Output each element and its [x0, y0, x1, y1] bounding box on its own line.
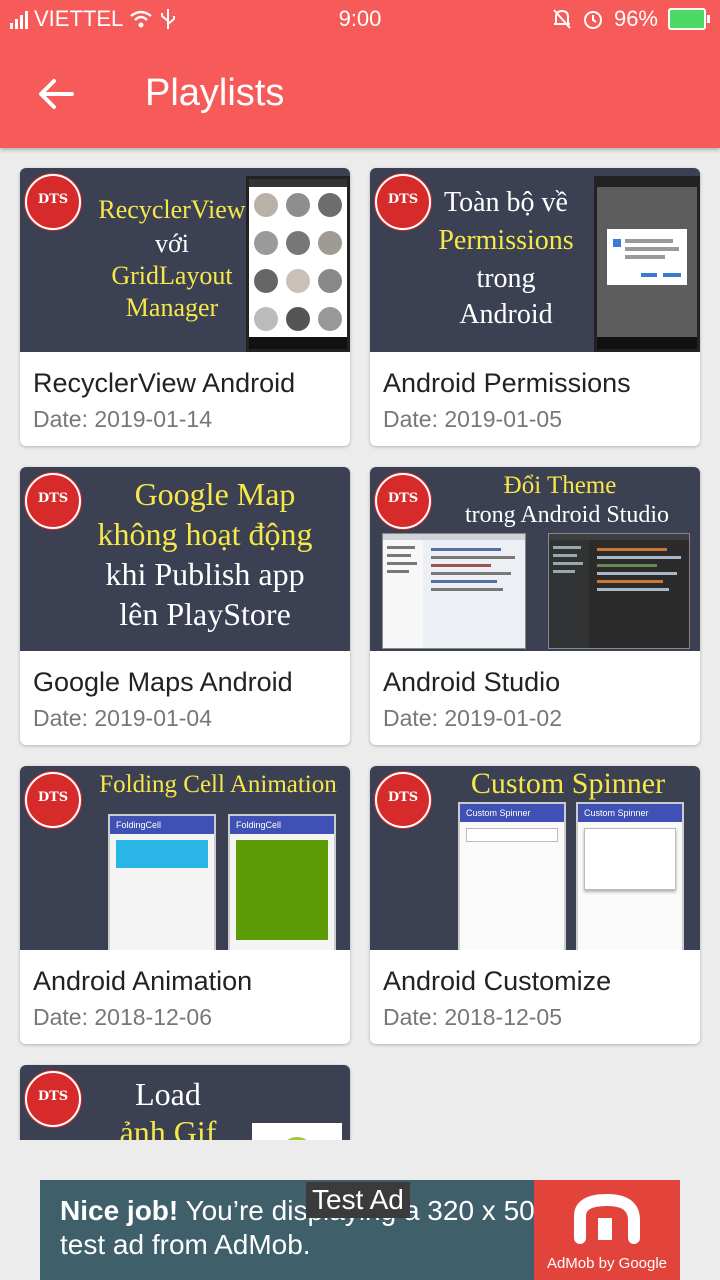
app-bar: Playlists [0, 38, 720, 148]
playlist-thumbnail: RecyclerView với GridLayout Manager [20, 168, 350, 352]
card-date: Date: 2019-01-14 [33, 406, 213, 432]
playlist-thumbnail: Toàn bộ về Permissions trong Android [370, 168, 700, 352]
thumb-line: lên PlayStore [119, 596, 291, 632]
card-date: Date: 2019-01-05 [383, 406, 563, 432]
ide-screenshot-light [382, 533, 526, 649]
playlist-card[interactable]: Custom Spinner Custom Spinner Custom Spi… [370, 766, 700, 1044]
playlist-card[interactable]: Đổi Theme trong Android Studio [370, 467, 700, 745]
ad-lead: Nice job! [60, 1195, 179, 1226]
dts-logo [25, 772, 81, 828]
playlist-card[interactable]: RecyclerView với GridLayout Manager Recy… [20, 168, 350, 446]
playlist-thumbnail: Google Map không hoạt động khi Publish a… [20, 467, 350, 651]
playlist-thumbnail: Load ảnh Gif [20, 1065, 350, 1140]
playlist-card[interactable]: Folding Cell Animation FoldingCell Foldi… [20, 766, 350, 1044]
thumb-line: Đổi Theme [503, 472, 617, 499]
card-date: Date: 2018-12-06 [33, 1004, 213, 1030]
phone-mockup [594, 176, 700, 352]
gif-preview [252, 1123, 342, 1140]
phone-appbar-label: Custom Spinner [578, 804, 682, 822]
dts-logo [375, 174, 431, 230]
phone-appbar-label: Custom Spinner [460, 804, 564, 822]
thumb-line: Manager [125, 293, 219, 322]
card-date: Date: 2018-12-05 [383, 1004, 563, 1030]
thumb-line: RecyclerView [98, 195, 246, 224]
ide-screenshot-dark [548, 533, 690, 649]
thumb-line: Android [459, 299, 553, 330]
notifications-off-icon [553, 9, 571, 29]
thumb-line: không hoạt động [97, 516, 313, 552]
dts-logo [375, 772, 431, 828]
thumb-line: với [155, 229, 189, 258]
phone-mockup: FoldingCell [228, 814, 336, 950]
thumb-line: Google Map [134, 476, 296, 512]
playlist-card[interactable]: Load ảnh Gif [20, 1065, 350, 1140]
playlist-card[interactable]: Toàn bộ về Permissions trong Android And… [370, 168, 700, 446]
playlist-thumbnail: Custom Spinner Custom Spinner Custom Spi… [370, 766, 700, 950]
phone-mockup: FoldingCell [108, 814, 216, 950]
thumb-line: Toàn bộ về [443, 187, 568, 218]
card-date: Date: 2019-01-02 [383, 705, 563, 731]
ad-banner[interactable]: Nice job! You’re displaying a 320 x 50 t… [40, 1180, 680, 1280]
battery-icon [668, 8, 710, 30]
playlist-card[interactable]: Google Map không hoạt động khi Publish a… [20, 467, 350, 745]
card-title: Android Customize [383, 966, 612, 996]
playlist-grid[interactable]: RecyclerView với GridLayout Manager Recy… [0, 148, 720, 1140]
thumb-line: Permissions [438, 225, 574, 256]
card-title: Android Permissions [383, 368, 631, 398]
thumb-line: khi Publish app [105, 556, 305, 592]
phone-mockup [246, 176, 350, 352]
dts-logo [25, 174, 81, 230]
thumb-line: trong Android Studio [464, 502, 669, 528]
top-bar: VIETTEL 9:00 96% Playlists [0, 0, 720, 148]
dts-logo [25, 1071, 81, 1127]
thumb-line: ảnh Gif [119, 1114, 217, 1140]
phone-appbar-label: FoldingCell [110, 816, 214, 834]
phone-appbar-label: FoldingCell [230, 816, 334, 834]
alarm-icon [583, 11, 602, 29]
phone-mockup: Custom Spinner [458, 802, 566, 950]
admob-logo-icon [574, 1193, 640, 1244]
admob-brand: AdMob by Google [534, 1180, 680, 1280]
thumb-line: Folding Cell Animation [99, 771, 337, 798]
card-title: Android Animation [33, 966, 253, 996]
battery-percent: 96% [613, 6, 658, 31]
phone-mockup: Custom Spinner [576, 802, 684, 950]
card-date: Date: 2019-01-04 [33, 705, 213, 731]
thumb-line: GridLayout [111, 261, 233, 290]
thumb-line: trong [476, 263, 536, 294]
card-title: RecyclerView Android [33, 368, 296, 398]
dts-logo [375, 473, 431, 529]
thumb-line: Custom Spinner [470, 767, 666, 800]
status-bar: VIETTEL 9:00 96% [0, 0, 720, 38]
page-title: Playlists [145, 72, 285, 114]
ad-message: Nice job! You’re displaying a 320 x 50 t… [60, 1194, 540, 1262]
playlist-thumbnail: Đổi Theme trong Android Studio [370, 467, 700, 651]
thumb-line: Load [135, 1076, 201, 1112]
test-ad-label: Test Ad [306, 1182, 410, 1218]
back-arrow-icon[interactable] [34, 72, 78, 116]
admob-caption: AdMob by Google [546, 1255, 668, 1272]
card-title: Android Studio [383, 667, 561, 697]
card-title: Google Maps Android [33, 667, 293, 697]
playlist-thumbnail: Folding Cell Animation FoldingCell Foldi… [20, 766, 350, 950]
